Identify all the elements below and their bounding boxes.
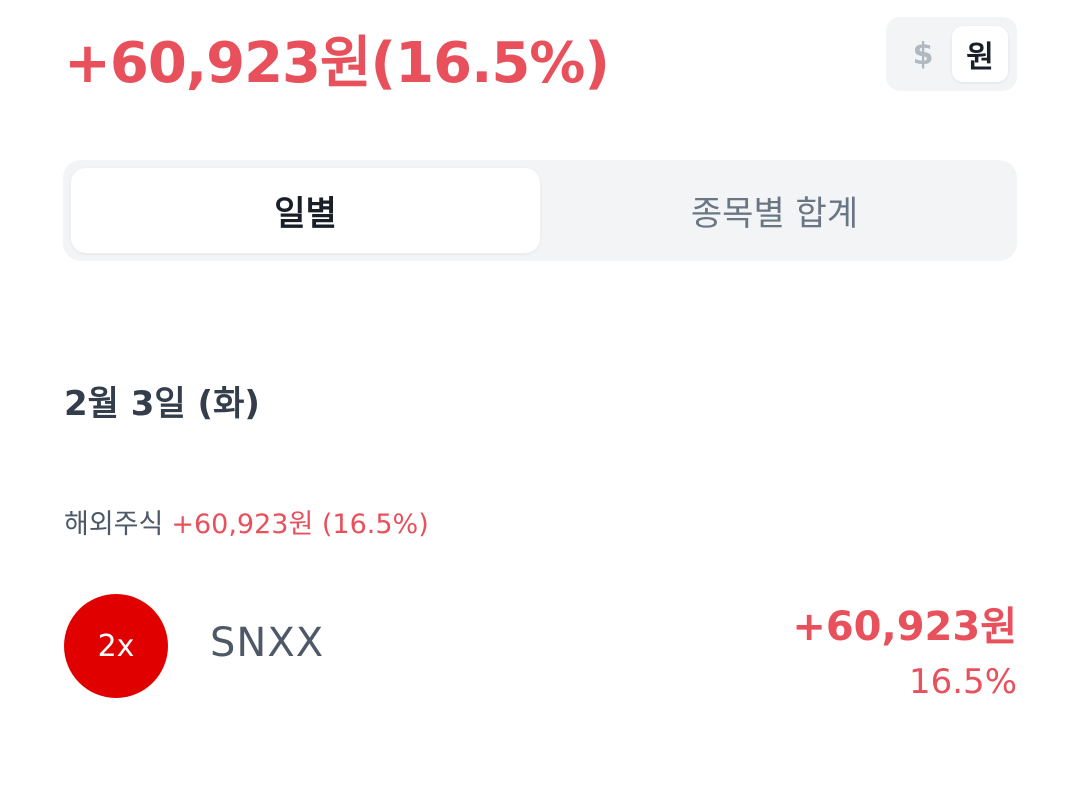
currency-toggle[interactable]: $ 원 bbox=[886, 17, 1017, 91]
stock-name: SNXX bbox=[210, 620, 325, 666]
tab-daily[interactable]: 일별 bbox=[71, 168, 540, 253]
tab-by-stock-total[interactable]: 종목별 합계 bbox=[540, 168, 1009, 253]
category-label: 해외주식 bbox=[64, 509, 164, 540]
total-profit-value: +60,923원(16.5%) bbox=[64, 31, 610, 96]
category-value: +60,923원 (16.5%) bbox=[171, 509, 429, 540]
stock-profit-amount: +60,923원 bbox=[792, 604, 1017, 650]
currency-krw-button[interactable]: 원 bbox=[952, 26, 1008, 82]
stock-logo: 2x bbox=[64, 594, 168, 698]
view-segmented-control: 일별 종목별 합계 bbox=[63, 160, 1017, 261]
stock-row[interactable]: 2x SNXX +60,923원 16.5% bbox=[64, 592, 1017, 702]
category-summary: 해외주식 +60,923원 (16.5%) bbox=[64, 502, 429, 541]
date-heading: 2월 3일 (화) bbox=[64, 384, 260, 424]
profit-page: +60,923원(16.5%) $ 원 일별 종목별 합계 2월 3일 (화) … bbox=[0, 0, 1079, 789]
currency-usd-button[interactable]: $ bbox=[896, 26, 950, 82]
stock-profit-rate: 16.5% bbox=[908, 662, 1017, 702]
stock-logo-text: 2x bbox=[97, 628, 135, 664]
